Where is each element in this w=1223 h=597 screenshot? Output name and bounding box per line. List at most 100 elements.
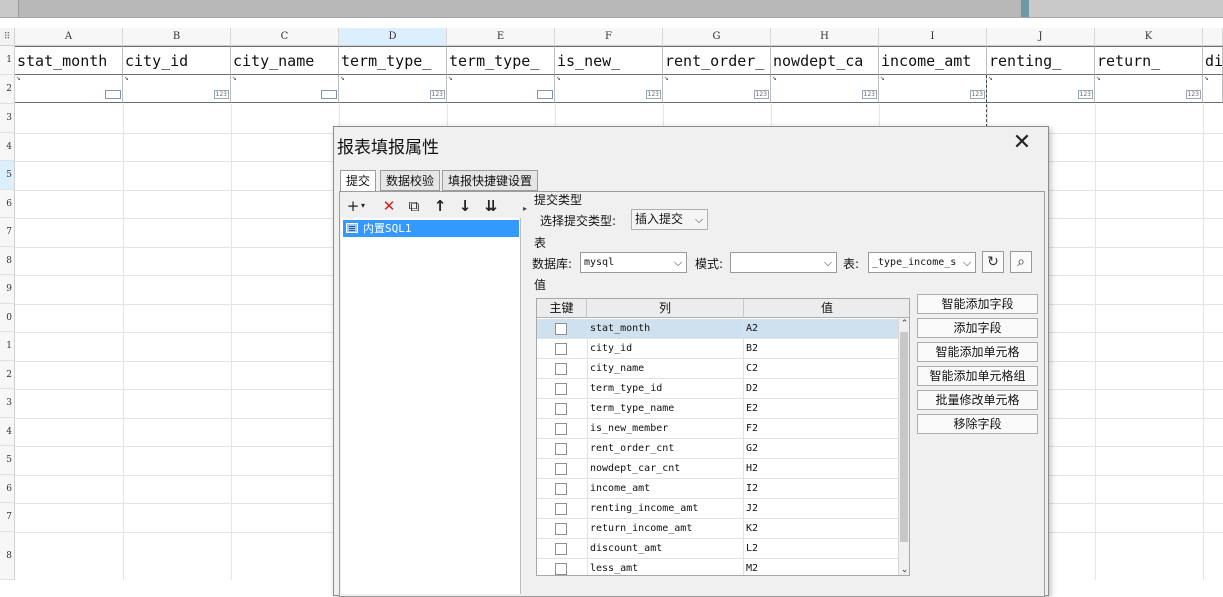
remove-field-button[interactable]: 移除字段 — [917, 414, 1038, 434]
primary-key-checkbox[interactable] — [555, 343, 567, 355]
table-scrollbar[interactable]: ⌃ ⌄ — [898, 318, 909, 575]
table-row[interactable]: is_new_member F2 — [537, 419, 900, 439]
header-cell[interactable]: rent_order_ — [663, 46, 771, 75]
value-cell[interactable]: D2 — [744, 379, 900, 399]
smart-add-field-button[interactable]: 智能添加字段 — [917, 294, 1038, 314]
header-cell[interactable]: nowdept_ca — [771, 46, 879, 75]
table-row[interactable]: term_type_name E2 — [537, 399, 900, 419]
schema-select[interactable]: ⌵ — [730, 252, 837, 273]
primary-key-checkbox[interactable] — [555, 563, 567, 575]
table-row[interactable]: term_type_id D2 — [537, 379, 900, 399]
primary-key-checkbox[interactable] — [555, 423, 567, 435]
value-cell[interactable]: C2 — [744, 359, 900, 379]
data-cell[interactable]: ↘ — [15, 75, 123, 103]
header-cell[interactable]: income_amt — [879, 46, 987, 75]
tab-submit[interactable]: 提交 — [340, 170, 377, 192]
header-cell[interactable]: city_name — [231, 46, 339, 75]
submit-type-select[interactable]: 插入提交 ⌵ — [631, 209, 708, 230]
table-row[interactable]: nowdept_car_cnt H2 — [537, 459, 900, 479]
primary-key-checkbox[interactable] — [555, 403, 567, 415]
column-header[interactable]: G — [663, 28, 771, 46]
column-header-column[interactable]: 列 — [587, 299, 744, 318]
table-row[interactable]: stat_month A2 — [537, 319, 900, 339]
primary-key-checkbox[interactable] — [555, 483, 567, 495]
batch-edit-cells-button[interactable]: 批量修改单元格 — [917, 390, 1038, 410]
column-header-value[interactable]: 值 — [744, 299, 909, 318]
header-cell[interactable]: is_new_ — [555, 46, 663, 75]
smart-add-cell-button[interactable]: 智能添加单元格 — [917, 342, 1038, 362]
header-cell[interactable]: stat_month — [15, 46, 123, 75]
row-header[interactable]: 6 — [0, 475, 15, 503]
column-header[interactable]: A — [15, 28, 123, 46]
scroll-down-icon[interactable]: ⌄ — [899, 564, 909, 575]
primary-key-checkbox[interactable] — [555, 363, 567, 375]
table-row[interactable]: return_income_amt K2 — [537, 519, 900, 539]
data-cell[interactable]: ↘ 123 — [339, 75, 447, 103]
column-header[interactable]: E — [447, 28, 555, 46]
value-cell[interactable]: K2 — [744, 519, 900, 539]
data-cell[interactable]: ↘ 123 — [879, 75, 987, 103]
data-cell[interactable]: ↘ — [1203, 75, 1223, 103]
column-header[interactable]: I — [879, 28, 987, 46]
row-header[interactable]: 3 — [0, 104, 15, 133]
primary-key-checkbox[interactable] — [555, 503, 567, 515]
data-cell[interactable]: ↘ — [447, 75, 555, 103]
row-header[interactable]: 1 — [0, 332, 15, 361]
data-cell[interactable]: ↘ 123 — [663, 75, 771, 103]
list-item-builtin-sql[interactable]: 内置SQL1 — [343, 220, 519, 237]
column-header[interactable]: C — [231, 28, 339, 46]
copy-icon[interactable]: ⧉ — [404, 196, 424, 216]
delete-icon[interactable]: ✕ — [379, 196, 399, 216]
scroll-thumb[interactable] — [900, 332, 908, 542]
primary-key-checkbox[interactable] — [555, 443, 567, 455]
row-header[interactable]: 7 — [0, 218, 15, 247]
data-cell[interactable]: ↘ 123 — [555, 75, 663, 103]
value-cell[interactable]: H2 — [744, 459, 900, 479]
tab-data-validation[interactable]: 数据校验 — [380, 170, 441, 191]
table-row[interactable]: rent_order_cnt G2 — [537, 439, 900, 459]
primary-key-checkbox[interactable] — [555, 543, 567, 555]
header-cell[interactable]: term_type_ — [447, 46, 555, 75]
header-cell[interactable]: di — [1203, 46, 1223, 75]
value-cell[interactable]: J2 — [744, 499, 900, 519]
primary-key-checkbox[interactable] — [555, 383, 567, 395]
row-header[interactable]: 4 — [0, 418, 15, 446]
refresh-icon[interactable]: ↻ — [982, 251, 1004, 273]
row-header[interactable]: 9 — [0, 275, 15, 304]
primary-key-checkbox[interactable] — [555, 463, 567, 475]
table-row[interactable]: less_amt M2 — [537, 559, 900, 575]
pane-splitter[interactable]: ▸ — [523, 194, 529, 594]
header-cell[interactable]: term_type_ — [339, 46, 447, 75]
value-cell[interactable]: B2 — [744, 339, 900, 359]
add-field-button[interactable]: 添加字段 — [917, 318, 1038, 338]
move-bottom-icon[interactable]: ⇊ — [481, 196, 501, 216]
value-cell[interactable]: I2 — [744, 479, 900, 499]
move-up-icon[interactable]: ↑ — [430, 196, 450, 216]
primary-key-checkbox[interactable] — [555, 523, 567, 535]
preview-icon[interactable]: ⌕ — [1010, 251, 1032, 273]
row-header[interactable]: 5 — [0, 161, 15, 190]
row-header[interactable]: 3 — [0, 389, 15, 418]
column-header[interactable]: J — [987, 28, 1095, 46]
primary-key-checkbox[interactable] — [555, 323, 567, 335]
column-header-partial[interactable] — [1203, 28, 1223, 46]
row-header[interactable]: 2 — [0, 75, 15, 104]
column-header[interactable]: K — [1095, 28, 1203, 46]
column-header[interactable]: F — [555, 28, 663, 46]
column-header[interactable]: H — [771, 28, 879, 46]
table-row[interactable]: city_id B2 — [537, 339, 900, 359]
data-cell[interactable]: ↘ 123 — [987, 75, 1095, 103]
table-row[interactable]: city_name C2 — [537, 359, 900, 379]
value-cell[interactable]: E2 — [744, 399, 900, 419]
data-cell[interactable]: ↘ 123 — [1095, 75, 1203, 103]
row-header[interactable]: 5 — [0, 446, 15, 475]
value-cell[interactable]: M2 — [744, 559, 900, 575]
data-cell[interactable]: ↘ — [231, 75, 339, 103]
data-cell[interactable]: ↘ 123 — [771, 75, 879, 103]
table-row[interactable]: renting_income_amt J2 — [537, 499, 900, 519]
row-header[interactable]: 8 — [0, 247, 15, 275]
table-row[interactable]: income_amt I2 — [537, 479, 900, 499]
column-header-primary-key[interactable]: 主键 — [537, 299, 587, 318]
data-cell[interactable]: ↘ 123 — [123, 75, 231, 103]
row-header[interactable]: 8 — [0, 532, 15, 580]
